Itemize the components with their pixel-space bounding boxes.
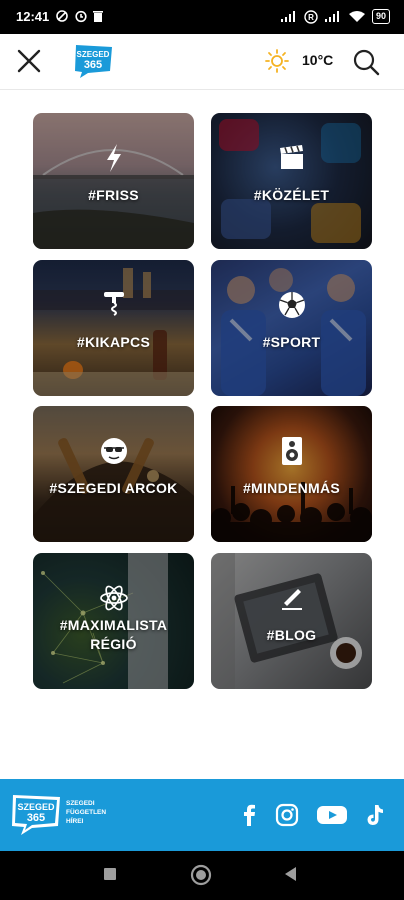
svg-text:SZEGED: SZEGED (17, 802, 55, 812)
tile-overlay (33, 113, 194, 249)
tile-label: #MAXIMALISTA (59, 617, 168, 633)
category-tile-kozelet[interactable]: #KÖZÉLET (211, 113, 372, 249)
signal-icon-2 (324, 10, 339, 22)
category-tile-mindenmas[interactable]: #MINDENMÁS (211, 406, 372, 542)
instagram-icon[interactable] (274, 803, 300, 827)
home-button-icon[interactable] (189, 863, 213, 887)
tiktok-icon[interactable] (362, 803, 388, 827)
category-tile-friss[interactable]: #FRISS (33, 113, 194, 249)
notification-icons (56, 10, 103, 23)
tile-label-line2: RÉGIÓ (90, 636, 137, 652)
soccer-ball-icon (211, 290, 372, 324)
pen-paper-icon (211, 583, 372, 617)
tile-overlay (33, 260, 194, 396)
back-button-icon[interactable] (282, 865, 300, 883)
category-tile-blog[interactable]: #BLOG (211, 553, 372, 689)
temperature-readout: 10°C (302, 52, 334, 68)
status-bar: 12:41 R 90 (0, 0, 404, 34)
category-tile-szegedi-arcok[interactable]: #SZEGEDI ARCOK (33, 406, 194, 542)
status-notification-icons (56, 9, 136, 26)
recents-button-icon[interactable] (101, 865, 119, 883)
clapperboard-icon (211, 143, 372, 177)
search-icon[interactable] (350, 46, 382, 78)
tile-label: #SZEGEDI ARCOK (49, 480, 178, 496)
status-right-icons: R 90 (280, 9, 390, 24)
tile-overlay (211, 260, 372, 396)
svg-text:365: 365 (27, 812, 45, 824)
youtube-icon[interactable] (316, 803, 348, 827)
facebook-icon[interactable] (236, 803, 262, 827)
sunglasses-face-icon (33, 436, 194, 470)
tile-overlay (211, 113, 372, 249)
category-tile-kikapcs[interactable]: #KIKAPCS (33, 260, 194, 396)
svg-text:365: 365 (84, 59, 102, 71)
speaker-icon (211, 436, 372, 470)
signal-icon (280, 10, 295, 22)
corkscrew-icon (33, 290, 194, 324)
footer-bar: SZEGED 365 SZEGEDI FÜGGETLEN HÍREI (0, 779, 404, 851)
tile-label: #KIKAPCS (76, 334, 151, 350)
category-tile-maximalista-regio[interactable]: #MAXIMALISTA RÉGIÓ (33, 553, 194, 689)
system-navigation-bar (0, 851, 404, 900)
footer-tagline: SZEGEDI FÜGGETLEN HÍREI (66, 800, 107, 825)
tile-label: #SPORT (262, 334, 321, 350)
wifi-icon (348, 11, 365, 22)
tile-overlay (211, 553, 372, 689)
lightning-icon (33, 143, 194, 177)
szeged365-footer-logo[interactable]: SZEGED 365 (10, 792, 64, 836)
category-tile-sport[interactable]: #SPORT (211, 260, 372, 396)
roaming-icon: R (304, 9, 318, 24)
szeged365-logo[interactable]: SZEGED 365 (72, 43, 116, 79)
tile-label: #MINDENMÁS (242, 480, 341, 496)
app-header: SZEGED 365 10°C (0, 34, 404, 90)
tile-label: #FRISS (88, 187, 139, 203)
battery-indicator: 90 (371, 9, 390, 24)
close-icon[interactable] (14, 46, 44, 76)
svg-text:R: R (308, 13, 314, 22)
tile-overlay (33, 406, 194, 542)
atom-icon (33, 583, 194, 617)
tile-label: #KÖZÉLET (253, 187, 330, 203)
tile-label: #BLOG (266, 627, 317, 643)
svg-text:SZEGED: SZEGED (77, 50, 110, 59)
status-time: 12:41 (16, 9, 50, 24)
sun-icon (265, 49, 289, 73)
tile-overlay (211, 406, 372, 542)
